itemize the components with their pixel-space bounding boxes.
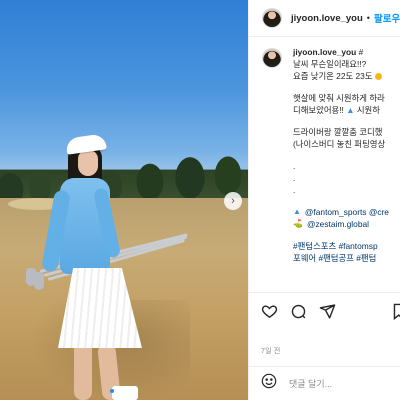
caption-line: jiyoon.love_you # — [293, 46, 389, 58]
caption: jiyoon.love_you # 날씨 무슨일이래요!!? 요즘 낮기온 22… — [262, 46, 400, 264]
mention-link[interactable]: @fantom_sports @cre — [305, 206, 389, 218]
bookmark-icon[interactable] — [391, 303, 400, 320]
hashtag-line[interactable]: 포웨어 #팬텀공프 #팬텀 — [293, 252, 389, 264]
carousel-dot — [110, 389, 114, 393]
caption-hash: # — [358, 47, 364, 57]
carousel-dot — [126, 389, 130, 393]
sun-emoji-icon — [374, 73, 382, 81]
dress-icon: ▲ — [293, 207, 301, 216]
carousel-dot — [134, 389, 138, 393]
caption-line: 드라이버랑 깔깔춤 코디했 — [293, 127, 383, 137]
caption-username[interactable]: jiyoon.love_you — [293, 47, 356, 57]
comment-icon[interactable] — [290, 303, 307, 320]
caption-dot: . — [293, 161, 296, 171]
post-timestamp[interactable]: 7일 전 — [261, 346, 281, 356]
golfer-icon: ⛳ — [293, 219, 303, 228]
heart-icon[interactable] — [261, 303, 278, 320]
follow-button[interactable]: 팔로우 — [374, 11, 400, 25]
caption-line: (나이스버디 놓친 퍼팅영상 — [293, 139, 386, 149]
mention-line: ⛳ @zestaim.global — [293, 218, 389, 230]
comment-input[interactable] — [289, 378, 399, 389]
share-icon[interactable] — [319, 303, 336, 320]
author-username[interactable]: jiyoon.love_you — [291, 13, 363, 24]
comment-bar — [249, 366, 400, 400]
emoji-icon[interactable] — [261, 373, 277, 394]
mention-line: ▲ @fantom_sports @cre — [293, 206, 389, 218]
dress-emoji-icon: ▲ — [346, 105, 355, 115]
caption-line: 햇살에 맞춰 시원하게 하라 — [293, 93, 385, 103]
caption-avatar[interactable] — [262, 48, 282, 68]
hashtag-line[interactable]: #팬텀스포츠 #fantomsp — [293, 240, 389, 252]
post-header: jiyoon.love_you • 팔로우 — [249, 0, 400, 37]
action-bar — [249, 292, 400, 330]
golfer-figure — [0, 0, 248, 400]
post-sidebar: jiyoon.love_you • 팔로우 jiyoon.love_you # … — [248, 0, 400, 400]
header-separator: • — [366, 13, 370, 23]
caption-dot: . — [293, 185, 296, 195]
caption-line: 요즘 낮기온 22도 23도 — [293, 70, 389, 82]
avatar[interactable] — [262, 8, 282, 28]
carousel-indicator — [0, 389, 248, 393]
caption-body: jiyoon.love_you # 날씨 무슨일이래요!!? 요즘 낮기온 22… — [293, 46, 389, 264]
carousel-next-button[interactable]: › — [224, 192, 242, 210]
caption-line: 디해보았어용!! ▲ 시원하 — [293, 105, 380, 115]
caption-dot: . — [293, 173, 296, 183]
carousel-dot — [118, 389, 122, 393]
post-photo[interactable]: › — [0, 0, 248, 400]
caption-line: 날씨 무슨일이래요!!? — [293, 59, 367, 69]
mention-link[interactable]: @zestaim.global — [307, 218, 369, 230]
